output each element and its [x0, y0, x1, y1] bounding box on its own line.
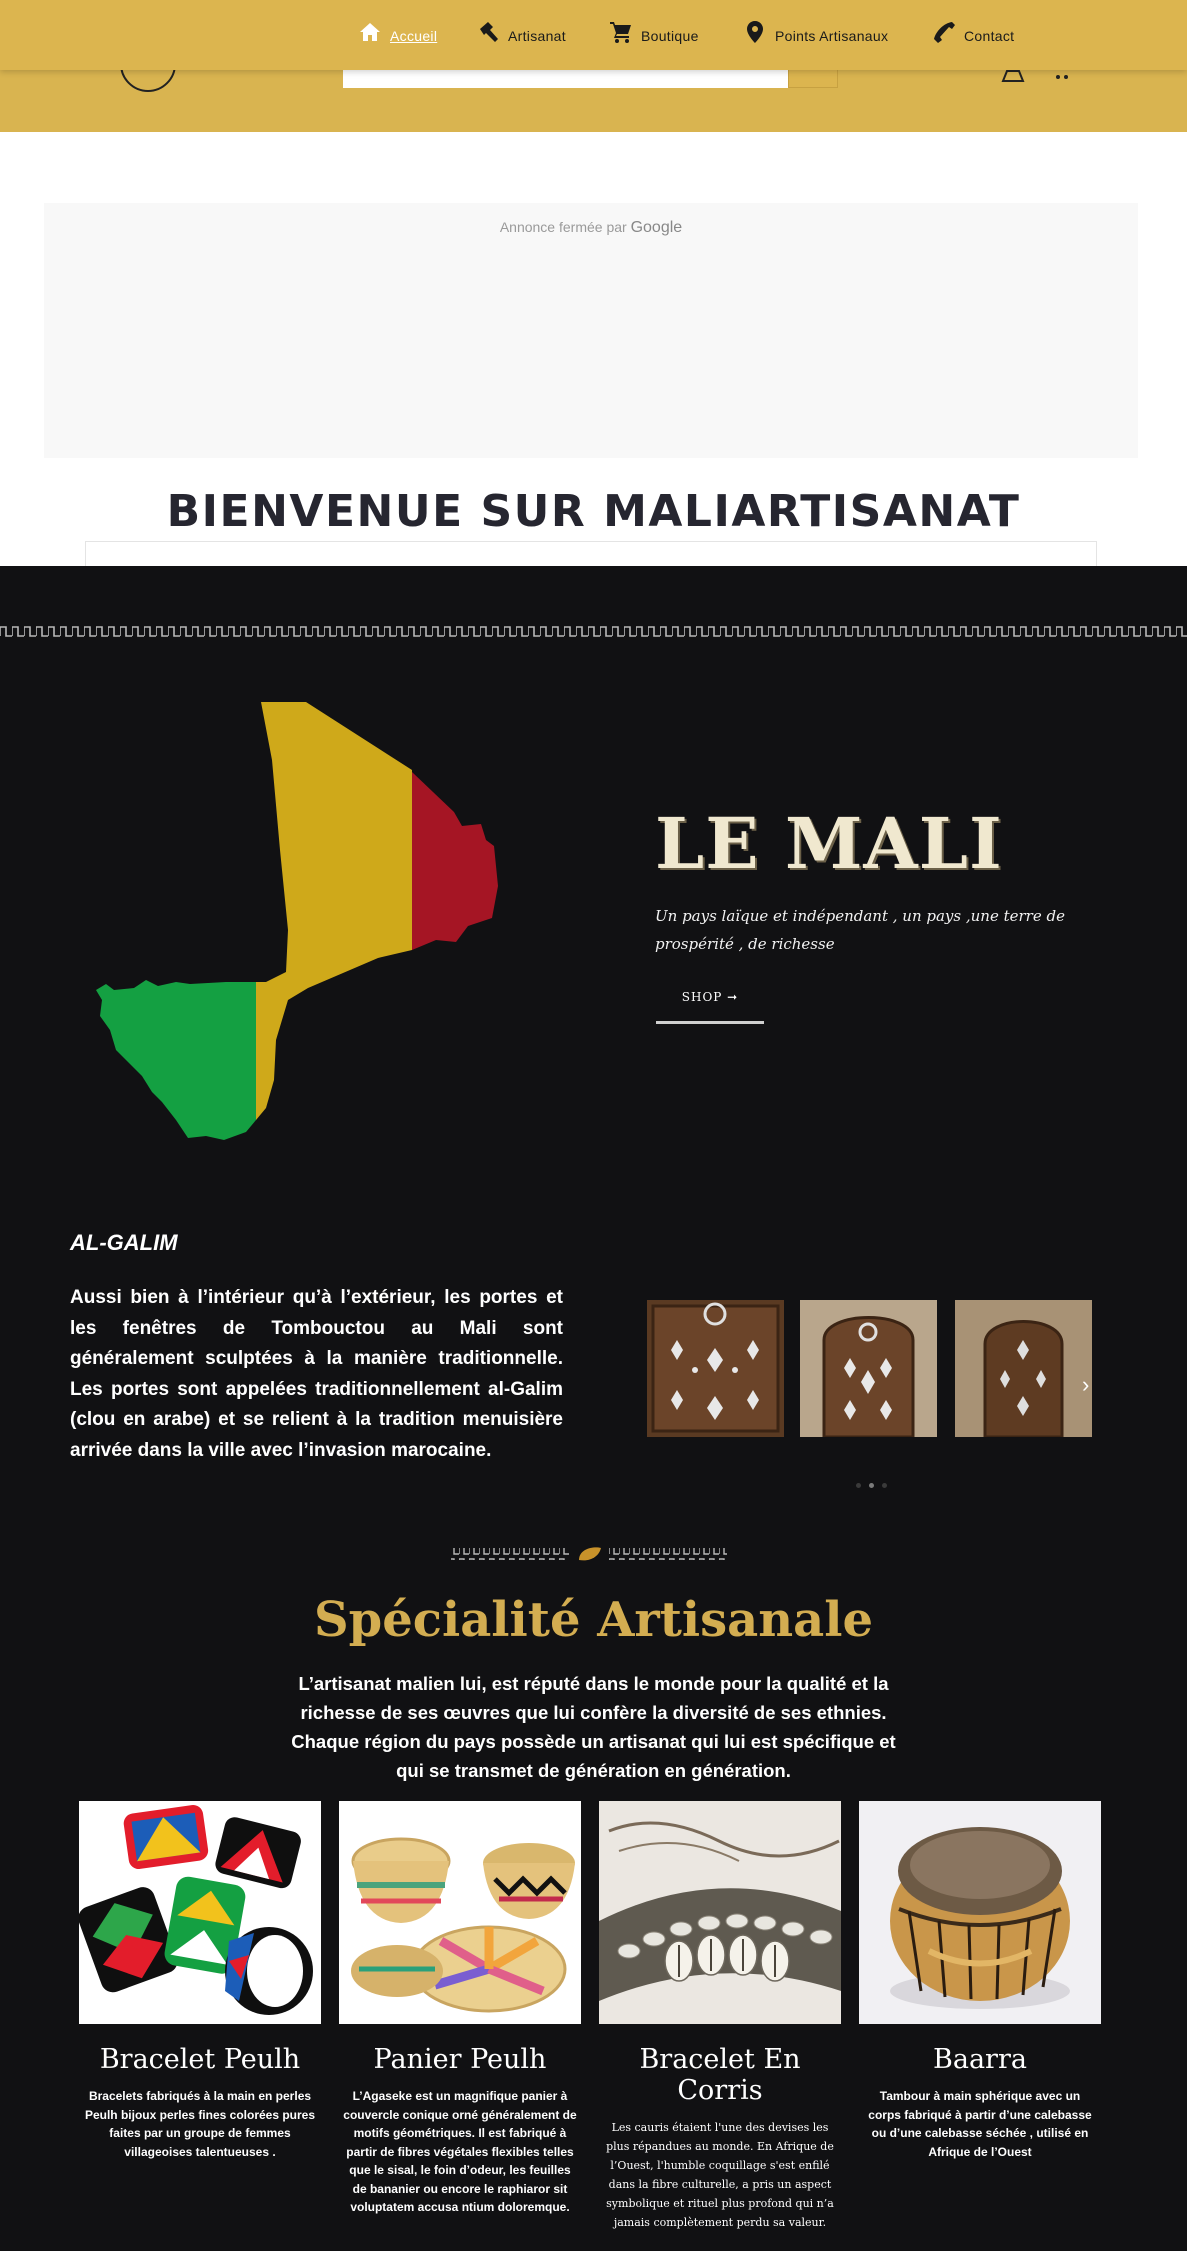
hammer-icon [480, 22, 498, 42]
ad-notice-text: Annonce fermée par [499, 219, 627, 235]
shop-button[interactable]: SHOP ➞ [656, 982, 764, 1024]
product-card-panier-peulh[interactable]: Panier Peulh L’Agaseke est un magnifique… [339, 1801, 581, 2217]
home-icon [360, 23, 380, 41]
map-pin-icon [747, 21, 763, 43]
ad-notice: Annonce fermée par Google [44, 219, 1138, 237]
hero-title: LE MALI [655, 802, 1003, 885]
leaf-icon [579, 1547, 601, 1561]
door-image-3[interactable] [955, 1300, 1092, 1437]
algalim-text: Aussi bien à l’intérieur qu’à l’extérieu… [70, 1287, 563, 1461]
nav-label: Contact [964, 28, 1015, 44]
product-title[interactable]: Panier Peulh [339, 2044, 581, 2075]
cart-icon [610, 22, 631, 43]
product-description: Tambour à main sphérique avec un corps f… [868, 2089, 1092, 2159]
nav-label: Boutique [641, 28, 699, 44]
specialite-text: L’artisanat malien lui, est réputé dans … [291, 1673, 896, 1781]
carousel-next-button[interactable]: › [1082, 1372, 1089, 1398]
algalim-title: AL-GALIM [70, 1230, 178, 1255]
product-title[interactable]: Bracelet En Corris [599, 2044, 841, 2106]
phone-icon [934, 22, 955, 43]
leaf-divider [451, 1547, 727, 1561]
nav-item-boutique[interactable]: Boutique [609, 14, 699, 44]
nav-item-contact[interactable]: Contact [932, 14, 1014, 44]
product-description: Bracelets fabriqués à la main en perles … [84, 2089, 316, 2159]
product-description: L’Agaseke est un magnifique panier à cou… [343, 2089, 577, 2214]
nav-item-accueil[interactable]: Accueil [358, 14, 437, 44]
nav-label: Accueil [390, 28, 438, 44]
nav-label: Points Artisanaux [775, 28, 889, 44]
hero-subtitle: Un pays laïque et indépendant , un pays … [655, 907, 1065, 953]
product-image[interactable] [599, 1801, 841, 2024]
carousel-dot[interactable] [882, 1483, 887, 1488]
carousel-dots [856, 1483, 887, 1488]
flag-yellow-band [256, 702, 412, 1140]
decorative-border [0, 624, 1187, 638]
product-image[interactable] [859, 1801, 1101, 2024]
product-card-bracelet-peulh[interactable]: Bracelet Peulh Bracelets fabriqués à la … [79, 1801, 321, 2161]
product-card-bracelet-en-corris[interactable]: Bracelet En Corris Les cauris étaient l'… [599, 1801, 841, 2232]
page-title: BIENVENUE SUR MALIARTISANAT [166, 486, 1021, 537]
mali-flag-map [96, 702, 498, 1140]
product-image[interactable] [79, 1801, 321, 2024]
flag-red-band [412, 702, 498, 1140]
ad-container: Annonce fermée par Google [44, 203, 1138, 458]
product-title[interactable]: Bracelet Peulh [79, 2044, 321, 2075]
carousel-dot[interactable] [856, 1483, 861, 1488]
product-description: Les cauris étaient l'une des devises les… [606, 2121, 834, 2229]
nav-item-points-artisanaux[interactable]: Points Artisanaux [743, 14, 888, 44]
door-image-1[interactable] [647, 1300, 784, 1437]
welcome-strip [85, 541, 1097, 566]
product-title[interactable]: Baarra [859, 2044, 1101, 2075]
product-card-baarra[interactable]: Baarra Tambour à main sphérique avec un … [859, 1801, 1101, 2161]
google-logo: Google [630, 219, 683, 236]
top-navigation: Accueil Artisanat Boutique Points Artisa… [0, 0, 1187, 70]
carousel-dot[interactable] [869, 1483, 874, 1488]
nav-label: Artisanat [508, 28, 566, 44]
nav-item-artisanat[interactable]: Artisanat [476, 14, 566, 44]
flag-green-band [96, 702, 256, 1140]
product-image[interactable] [339, 1801, 581, 2024]
specialite-title: Spécialité Artisanale [313, 1592, 874, 1648]
door-image-2[interactable] [800, 1300, 937, 1437]
